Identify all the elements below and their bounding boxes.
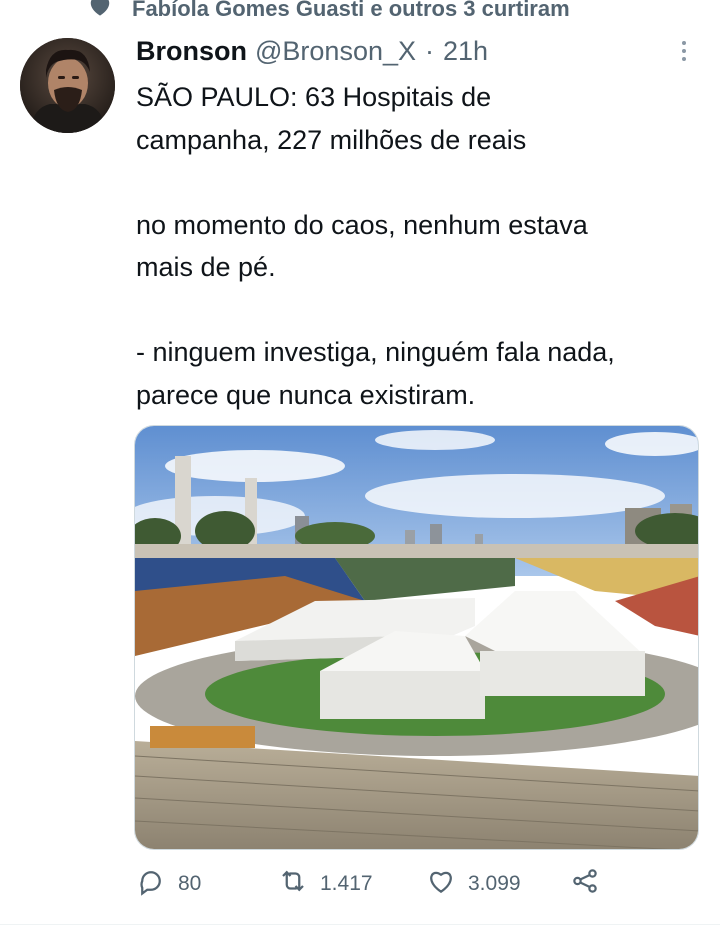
retweet-icon [278,866,308,902]
heart-icon [426,866,456,902]
retweet-count: 1.417 [320,872,373,895]
avatar[interactable] [20,38,115,133]
divider [0,924,720,925]
reply-count: 80 [178,872,202,895]
tweet-text-line: SÃO PAULO: 63 Hospitais de [136,82,492,112]
reply-icon [136,866,166,902]
tweet-timestamp[interactable]: 21h [443,36,488,67]
reply-button[interactable]: 80 [136,866,201,902]
like-count: 3.099 [468,872,521,895]
tweet-text: SÃO PAULO: 63 Hospitais de campanha, 227… [136,76,706,416]
author-name[interactable]: Bronson [136,36,247,67]
tweet-text-line: campanha, 227 milhões de reais [136,124,527,155]
tweet-text-line: parece que nunca existiram. [136,379,476,410]
social-context-text: Fabíola Gomes Guasti e outros 3 curtiram [132,0,570,21]
separator-dot: · [425,35,434,66]
tweet-text-line: mais de pé. [136,252,276,282]
like-button[interactable]: 3.099 [426,866,521,902]
tweet-header: Bronson @Bronson_X · 21h [136,34,488,68]
author-handle[interactable]: @Bronson_X [255,36,416,67]
tweet-text-line: no momento do caos, nenhum estava [136,209,588,240]
heart-icon [88,0,112,24]
tweet-media-photo[interactable] [134,425,699,850]
tweet-text-line: - ninguem investiga, ninguém fala nada, [136,337,615,367]
tweet-actions: 80 1.417 3.099 [136,866,706,902]
more-options-icon[interactable] [672,38,696,64]
share-button[interactable] [570,866,600,902]
retweet-button[interactable]: 1.417 [278,866,373,902]
social-context[interactable]: Fabíola Gomes Guasti e outros 3 curtiram [88,0,570,26]
share-icon [570,866,600,902]
